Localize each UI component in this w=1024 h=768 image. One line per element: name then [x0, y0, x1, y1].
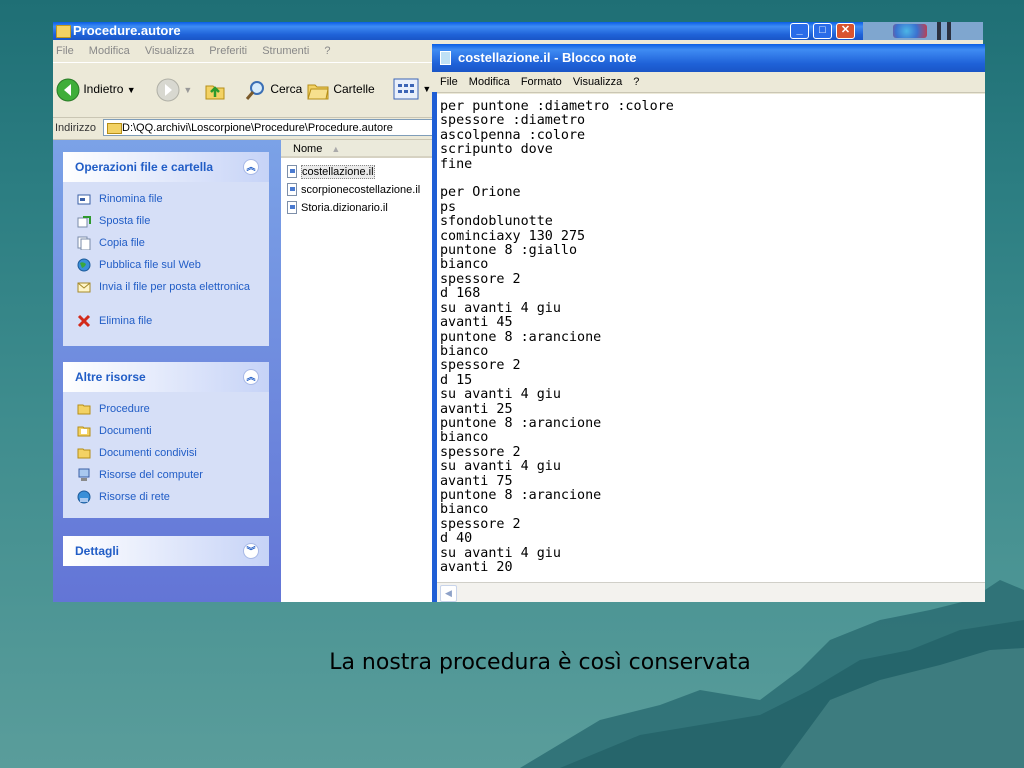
address-value: D:\QQ.archivi\Loscorpione\Procedure\Proc… — [122, 122, 393, 134]
folders-label: Cartelle — [333, 82, 375, 97]
up-folder-button[interactable] — [203, 78, 227, 102]
place-procedure[interactable]: Procedure — [63, 402, 269, 424]
file-item-scorpionecostellazione[interactable]: scorpionecostellazione.il — [287, 182, 420, 198]
explorer-menubar: File Modifica Visualizza Preferiti Strum… — [53, 40, 438, 62]
forward-dropdown-icon[interactable]: ▼ — [183, 85, 192, 95]
file-icon — [287, 201, 297, 214]
scroll-left-icon[interactable]: ◀ — [440, 585, 457, 602]
task-delete-file[interactable]: Elimina file — [63, 314, 269, 336]
task-pane: Operazioni file e cartella ︽ Rinomina fi… — [53, 140, 281, 602]
address-input[interactable]: D:\QQ.archivi\Loscorpione\Procedure\Proc… — [103, 119, 436, 136]
search-button[interactable]: Cerca — [243, 78, 302, 102]
explorer-title: Procedure.autore — [73, 23, 181, 38]
horizontal-scrollbar[interactable]: ◀ — [437, 582, 985, 602]
folder-up-icon — [205, 85, 225, 100]
file-list: Nome ▲ costellazione.il scorpionecostell… — [281, 140, 436, 602]
notepad-text-area[interactable]: per puntone :diametro :colore spessore :… — [437, 94, 985, 582]
back-label: Indietro — [83, 82, 124, 97]
folders-icon — [307, 84, 329, 100]
close-button[interactable]: ✕ — [836, 23, 855, 39]
shared-folder-icon — [77, 448, 91, 459]
notepad-menubar: File Modifica Formato Visualizza ? — [432, 72, 985, 93]
notepad-window: costellazione.il - Blocco note File Modi… — [432, 44, 985, 602]
other-places-header[interactable]: Altre risorse ︽ — [63, 362, 269, 392]
back-dropdown-icon[interactable]: ▼ — [127, 85, 136, 95]
np-menu-help[interactable]: ? — [633, 76, 639, 88]
np-menu-formato[interactable]: Formato — [521, 76, 562, 88]
menu-help[interactable]: ? — [324, 45, 330, 57]
copy-icon — [77, 236, 91, 250]
views-dropdown-icon[interactable]: ▼ — [422, 84, 431, 94]
folder-icon — [107, 123, 122, 134]
task-publish-web[interactable]: Pubblica file sul Web — [63, 258, 269, 280]
place-risorse-rete[interactable]: Risorse di rete — [63, 490, 269, 512]
column-header-name[interactable]: Nome ▲ — [281, 140, 436, 158]
task-rename-file[interactable]: Rinomina file — [63, 192, 269, 214]
menu-strumenti[interactable]: Strumenti — [262, 45, 309, 57]
task-move-file[interactable]: Sposta file — [63, 214, 269, 236]
search-label: Cerca — [270, 82, 303, 97]
collapse-chevron-icon[interactable]: ︽ — [243, 159, 259, 175]
notepad-title: costellazione.il - Blocco note — [458, 50, 637, 65]
task-copy-file[interactable]: Copia file — [63, 236, 269, 258]
other-places-panel: Altre risorse ︽ Procedure Documenti Docu… — [63, 362, 269, 518]
back-arrow-icon — [56, 78, 80, 102]
globe-icon — [77, 258, 91, 272]
email-icon — [77, 282, 91, 293]
file-item-storia-dizionario[interactable]: Storia.dizionario.il — [287, 200, 388, 216]
task-email-file[interactable]: Invia il file per posta elettronica — [63, 280, 269, 314]
place-documenti-condivisi[interactable]: Documenti condivisi — [63, 446, 269, 468]
folders-button[interactable]: Cartelle — [306, 78, 375, 102]
explorer-titlebar[interactable]: Procedure.autore _ □ ✕ — [53, 22, 983, 40]
collapse-chevron-icon[interactable]: ︽ — [243, 369, 259, 385]
file-tasks-header[interactable]: Operazioni file e cartella ︽ — [63, 152, 269, 182]
file-item-costellazione[interactable]: costellazione.il — [287, 164, 375, 180]
background-window-fragment — [863, 22, 983, 40]
documents-folder-icon — [77, 426, 91, 437]
menu-modifica[interactable]: Modifica — [89, 45, 130, 57]
forward-button[interactable]: ▼ — [156, 78, 192, 102]
np-menu-file[interactable]: File — [440, 76, 458, 88]
menu-file[interactable]: File — [56, 45, 74, 57]
rename-icon — [77, 194, 91, 205]
network-icon — [77, 490, 91, 504]
back-button[interactable]: Indietro ▼ — [56, 78, 136, 102]
details-header[interactable]: Dettagli ︾ — [63, 536, 269, 566]
place-documenti[interactable]: Documenti — [63, 424, 269, 446]
folder-icon — [77, 404, 91, 415]
file-icon — [287, 183, 297, 196]
place-risorse-computer[interactable]: Risorse del computer — [63, 468, 269, 490]
slide-caption: La nostra procedura è così conservata — [329, 650, 751, 675]
notepad-titlebar[interactable]: costellazione.il - Blocco note — [432, 44, 985, 72]
menu-visualizza[interactable]: Visualizza — [145, 45, 194, 57]
search-icon — [245, 81, 264, 100]
computer-icon — [78, 468, 90, 481]
views-button[interactable]: ▼ — [393, 78, 431, 100]
address-label: Indirizzo — [55, 122, 96, 134]
minimize-button[interactable]: _ — [790, 23, 809, 39]
maximize-button[interactable]: □ — [813, 23, 832, 39]
file-tasks-panel: Operazioni file e cartella ︽ Rinomina fi… — [63, 152, 269, 346]
np-menu-modifica[interactable]: Modifica — [469, 76, 510, 88]
np-menu-visualizza[interactable]: Visualizza — [573, 76, 622, 88]
forward-arrow-icon — [156, 78, 180, 102]
delete-x-icon — [77, 314, 91, 328]
expand-chevron-icon[interactable]: ︾ — [243, 543, 259, 559]
details-panel: Dettagli ︾ — [63, 536, 269, 566]
folder-icon — [56, 25, 71, 38]
address-bar: Indirizzo D:\QQ.archivi\Loscorpione\Proc… — [53, 117, 438, 140]
file-icon — [287, 165, 297, 178]
notepad-icon — [440, 51, 451, 65]
colorful-image-fragment — [893, 24, 927, 38]
explorer-toolbar: Indietro ▼ ▼ Cerca Cartelle ▼ — [53, 62, 438, 118]
sort-ascending-icon: ▲ — [331, 144, 341, 154]
menu-preferiti[interactable]: Preferiti — [209, 45, 247, 57]
views-icon — [393, 78, 419, 100]
move-icon — [77, 216, 91, 228]
